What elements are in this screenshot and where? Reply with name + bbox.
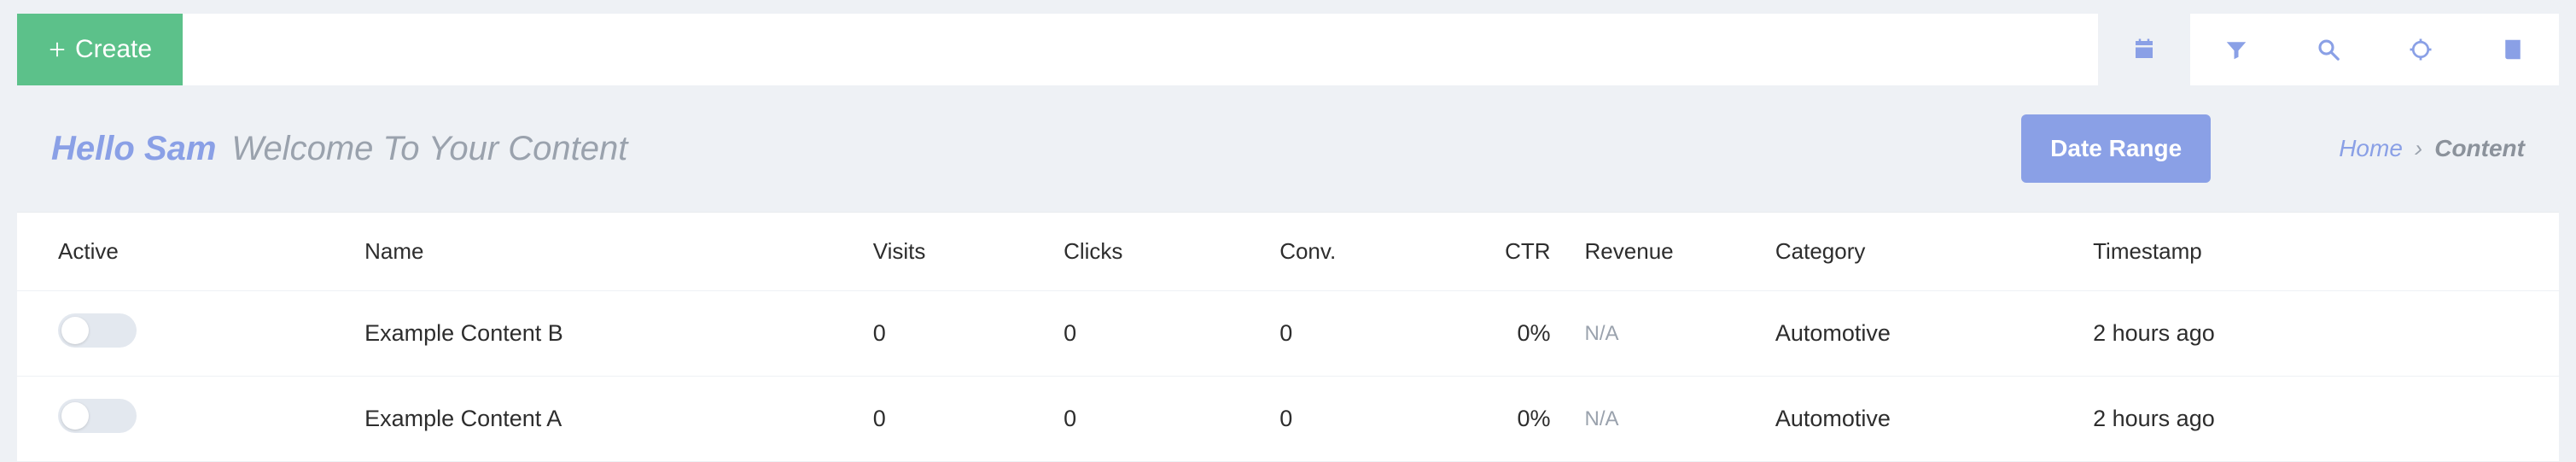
cell-category: Automotive	[1758, 377, 2076, 462]
target-button[interactable]	[2375, 14, 2467, 85]
th-conv: Conv.	[1262, 213, 1466, 291]
cell-visits: 0	[856, 377, 1046, 462]
date-range-button[interactable]: Date Range	[2021, 114, 2211, 183]
th-category: Category	[1758, 213, 2076, 291]
cell-revenue: N/A	[1568, 291, 1758, 377]
plus-icon	[48, 40, 67, 59]
create-button-label: Create	[75, 35, 152, 64]
th-revenue: Revenue	[1568, 213, 1758, 291]
cell-conv: 0	[1262, 377, 1466, 462]
th-timestamp: Timestamp	[2076, 213, 2559, 291]
cell-clicks: 0	[1046, 291, 1262, 377]
cell-timestamp: 2 hours ago	[2076, 377, 2559, 462]
cell-name: Example Content A	[347, 377, 856, 462]
breadcrumb-separator: ›	[2415, 135, 2422, 162]
calendar-icon	[2131, 37, 2157, 62]
content-table: Active Name Visits Clicks Conv. CTR Reve…	[17, 213, 2559, 462]
th-ctr: CTR	[1466, 213, 1567, 291]
breadcrumb-home[interactable]: Home	[2339, 135, 2403, 162]
table-row: Example Content A 0 0 0 0% N/A Automotiv…	[17, 377, 2559, 462]
book-icon	[2500, 37, 2526, 62]
date-range-label: Date Range	[2050, 135, 2182, 161]
th-visits: Visits	[856, 213, 1046, 291]
search-button[interactable]	[2282, 14, 2375, 85]
content-table-wrap: Active Name Visits Clicks Conv. CTR Reve…	[17, 212, 2559, 462]
cell-ctr: 0%	[1466, 291, 1567, 377]
search-icon	[2316, 37, 2341, 62]
breadcrumb-current: Content	[2434, 135, 2525, 162]
cell-timestamp: 2 hours ago	[2076, 291, 2559, 377]
cell-name: Example Content B	[347, 291, 856, 377]
th-clicks: Clicks	[1046, 213, 1262, 291]
calendar-button[interactable]	[2098, 14, 2190, 85]
create-button[interactable]: Create	[17, 14, 183, 85]
greeting-hello: Hello Sam	[51, 130, 216, 168]
cell-ctr: 0%	[1466, 377, 1567, 462]
target-icon	[2408, 37, 2433, 62]
cell-conv: 0	[1262, 291, 1466, 377]
th-name: Name	[347, 213, 856, 291]
greeting-bar: Hello Sam Welcome To Your Content Date R…	[17, 85, 2559, 212]
table-header-row: Active Name Visits Clicks Conv. CTR Reve…	[17, 213, 2559, 291]
book-button[interactable]	[2467, 14, 2559, 85]
cell-category: Automotive	[1758, 291, 2076, 377]
topbar-spacer	[183, 14, 2098, 85]
page-title: Hello Sam Welcome To Your Content	[51, 130, 627, 168]
cell-revenue: N/A	[1568, 377, 1758, 462]
th-active: Active	[17, 213, 347, 291]
active-toggle[interactable]	[58, 399, 137, 433]
active-toggle[interactable]	[58, 313, 137, 348]
top-bar: Create	[17, 14, 2559, 85]
cell-visits: 0	[856, 291, 1046, 377]
filter-icon	[2223, 37, 2249, 62]
toolbar	[2098, 14, 2559, 85]
cell-clicks: 0	[1046, 377, 1262, 462]
breadcrumb: Home › Content	[2339, 135, 2525, 162]
filter-button[interactable]	[2190, 14, 2282, 85]
table-row: Example Content B 0 0 0 0% N/A Automotiv…	[17, 291, 2559, 377]
greeting-welcome: Welcome To Your Content	[231, 130, 627, 168]
